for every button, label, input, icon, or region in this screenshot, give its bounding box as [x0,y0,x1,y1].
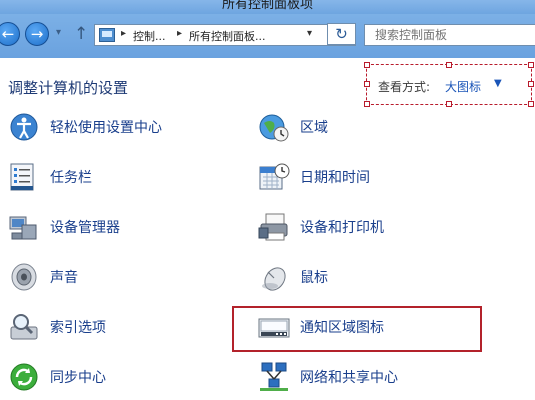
item-label: 区域 [300,120,328,136]
item-label: 任务栏 [50,170,92,186]
view-by-label: 查看方式: [378,80,431,94]
item-label: 声音 [50,270,78,286]
caret-down-icon[interactable]: ▼ [494,78,502,89]
item-label: 设备管理器 [50,220,120,236]
window-title: 所有控制面板项 [221,0,313,12]
chevron-down-icon[interactable]: ▾ [307,28,312,39]
chevron-right-icon[interactable]: ▸ [121,28,126,39]
search-input[interactable] [364,24,535,46]
item-label: 轻松使用设置中心 [50,120,162,136]
ease-of-access-icon [10,113,38,141]
selection-handle [528,62,534,68]
selection-handle [364,62,370,68]
forward-arrow-icon: → [30,25,44,43]
network-icon [260,362,288,391]
navigation-bar: ← → ▾ ↑ ▸ 控制... ▸ 所有控制面板... ▾ ↻ [0,14,535,58]
item-sync-center[interactable]: 同步中心 [8,357,238,397]
globe-clock-icon [259,114,289,142]
item-label: 日期和时间 [300,170,370,186]
item-network-sharing[interactable]: 网络和共享中心 [258,357,488,397]
mouse-icon [262,267,286,291]
item-sound[interactable]: 声音 [8,257,238,297]
view-by-selector[interactable]: 查看方式: 大图标 ▼ [364,62,534,107]
item-ease-of-access[interactable]: 轻松使用设置中心 [8,107,238,147]
refresh-button[interactable]: ↻ [327,23,356,45]
control-panel-icon [99,28,115,42]
refresh-icon: ↻ [335,25,348,43]
item-region[interactable]: 区域 [258,107,488,147]
selection-handle [446,62,452,68]
selection-handle [528,101,534,107]
highlight-box [232,306,482,352]
item-label: 网络和共享中心 [300,370,398,386]
item-label: 鼠标 [300,270,328,286]
forward-button[interactable]: → [25,22,49,46]
selection-handle [364,81,370,87]
item-date-time[interactable]: 日期和时间 [258,157,488,197]
item-taskbar[interactable]: 任务栏 [8,157,238,197]
chevron-right-icon[interactable]: ▸ [177,28,182,39]
selection-handle [528,81,534,87]
printer-icon [258,213,288,241]
title-bar: 所有控制面板项 [0,0,535,14]
breadcrumb-all-items[interactable]: 所有控制面板... [189,28,266,44]
up-button[interactable]: ↑ [74,24,88,44]
page-title: 调整计算机的设置 [8,79,129,97]
item-label: 设备和打印机 [300,220,384,236]
calendar-clock-icon [259,163,290,190]
address-bar[interactable]: ▸ 控制... ▸ 所有控制面板... ▾ [94,24,356,46]
view-by-value[interactable]: 大图标 [445,78,481,95]
item-devices-printers[interactable]: 设备和打印机 [258,207,488,247]
device-manager-icon [9,216,37,240]
item-indexing[interactable]: 索引选项 [8,307,238,347]
taskbar-icon [10,163,34,191]
item-label: 索引选项 [50,320,106,336]
indexing-icon [10,314,38,340]
item-label: 同步中心 [50,370,106,386]
back-arrow-icon: ← [1,25,15,43]
item-mouse[interactable]: 鼠标 [258,257,488,297]
item-device-manager[interactable]: 设备管理器 [8,207,238,247]
recent-pages-dropdown[interactable]: ▾ [56,27,61,38]
back-button[interactable]: ← [0,22,20,46]
sync-icon [10,363,38,391]
speaker-icon [11,263,37,291]
breadcrumb-control-panel[interactable]: 控制... [133,28,166,44]
